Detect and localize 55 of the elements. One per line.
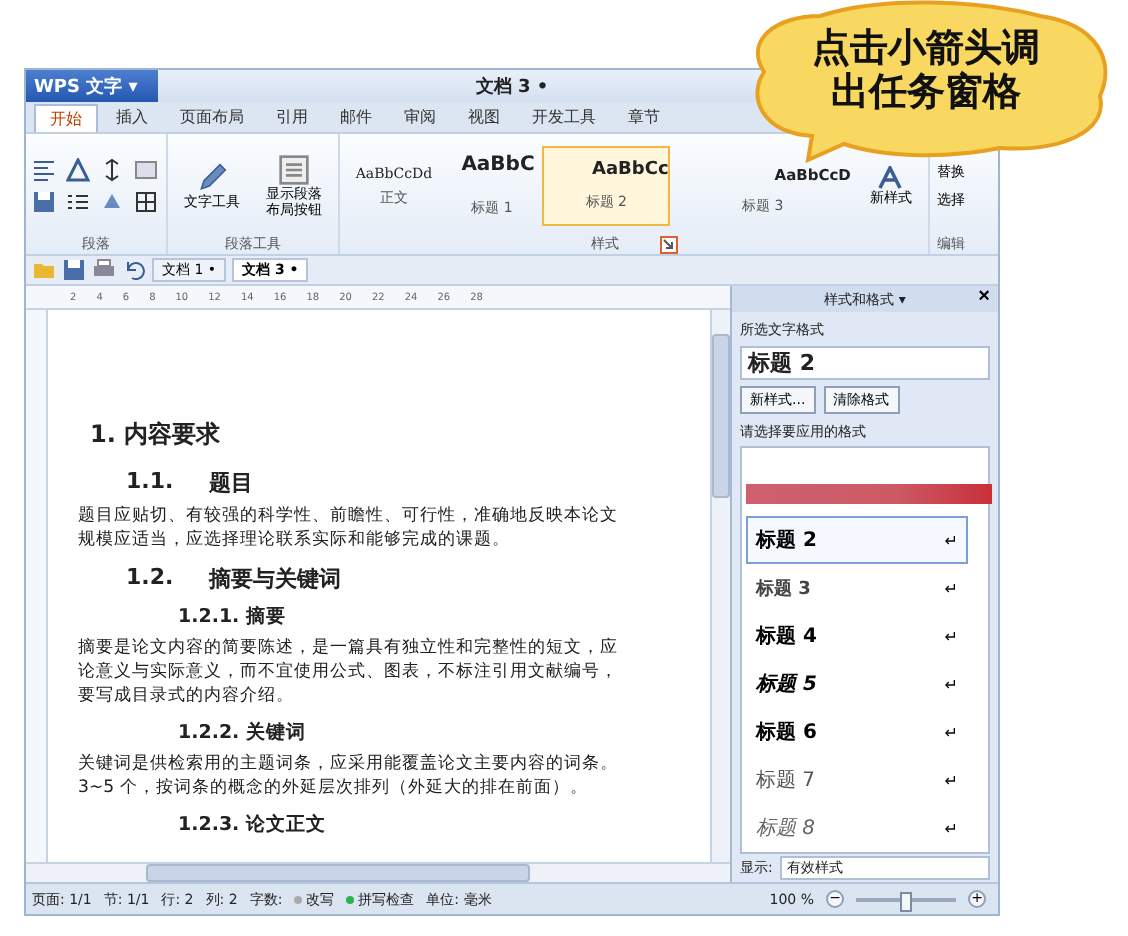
border-icon[interactable] xyxy=(134,190,158,214)
print-icon[interactable] xyxy=(92,258,116,282)
body-text: 3~5 个，按词条的概念的外延层次排列（外延大的排在前面）。 xyxy=(78,776,588,801)
style-list-item[interactable]: 标题 6 ↵ xyxy=(746,708,968,756)
layout-icon xyxy=(278,153,310,186)
style-list-item[interactable]: 标题 7 ↵ xyxy=(746,756,968,804)
menu-tab[interactable]: 审阅 xyxy=(390,104,450,130)
heading: 1.2.1. 摘要 xyxy=(178,604,288,631)
new-style-icon xyxy=(878,165,903,190)
menu-tab[interactable]: 开发工具 xyxy=(518,104,610,130)
menu-tab[interactable]: 章节 xyxy=(614,104,674,130)
style-list-item[interactable]: 标题 4 ↵ xyxy=(746,612,968,660)
body-text: 摘要是论文内容的简要陈述，是一篇具有独立性和完整性的短文，应 xyxy=(78,636,618,661)
scrollbar-thumb[interactable] xyxy=(712,334,730,498)
current-style-field: 标题 2 xyxy=(740,346,990,380)
menu-tab[interactable]: 引用 xyxy=(262,104,322,130)
app-menu-button[interactable]: WPS 文字 ▾ xyxy=(26,70,158,102)
pen-icon xyxy=(196,161,228,194)
menu-tab[interactable]: 邮件 xyxy=(326,104,386,130)
callout-text: 点击小箭头调 xyxy=(810,28,1042,71)
menu-tab[interactable]: 页面布局 xyxy=(166,104,258,130)
close-button[interactable]: × xyxy=(978,286,990,310)
undo-icon[interactable] xyxy=(122,258,146,282)
menu-tab[interactable]: 开始 xyxy=(34,103,98,131)
scrollbar-thumb[interactable] xyxy=(146,864,530,882)
body-text: 关键词是供检索用的主题词条，应采用能覆盖论文主要内容的词条。 xyxy=(78,752,618,777)
save-icon[interactable] xyxy=(62,258,86,282)
body-text: 题目应贴切、有较强的科学性、前瞻性、可行性，准确地反映本论文 xyxy=(78,504,618,529)
style-list-item[interactable]: 标题 8 ↵ xyxy=(746,804,968,852)
callout-text: 出任务窗格 xyxy=(829,71,1023,116)
body-text: 规模应适当，应选择理论联系实际和能够完成的课题。 xyxy=(78,528,510,553)
corner-arrow-icon xyxy=(662,238,675,250)
list-icon[interactable] xyxy=(66,190,90,214)
menu-tab[interactable]: 视图 xyxy=(454,104,514,130)
body-text: 要写成目录式的内容介绍。 xyxy=(78,684,294,709)
align-icon[interactable] xyxy=(32,158,56,182)
heading: 1.2.3. 论文正文 xyxy=(178,812,328,839)
heading: 题目 xyxy=(209,468,254,498)
save-icon[interactable] xyxy=(32,190,56,214)
dialog-launcher-button[interactable] xyxy=(659,235,678,253)
heading: 摘要与关键词 xyxy=(209,564,342,595)
menu-tab[interactable]: 插入 xyxy=(102,104,162,130)
style-list-item[interactable]: 标题 5 ↵ xyxy=(746,660,968,708)
heading: 1.2.2. 关键词 xyxy=(178,720,308,747)
spacing-icon[interactable] xyxy=(100,158,124,182)
body-text: 论意义与实际意义，而不宜使用公式、图表，不标注引用文献编号， xyxy=(78,660,618,685)
heading-number: 1.2. xyxy=(126,564,174,595)
style-list-item[interactable]: 标题 2 ↵ xyxy=(746,516,968,564)
zoom-slider-thumb[interactable] xyxy=(900,891,912,911)
triangle-icon[interactable] xyxy=(66,158,90,182)
heading: 1. 内容要求 xyxy=(90,418,223,452)
shading-icon[interactable] xyxy=(100,190,124,214)
window-title: 文档 3 • xyxy=(475,74,549,99)
style-list-item[interactable]: 标题 3 ↵ xyxy=(746,564,968,612)
heading-number: 1.1. xyxy=(126,468,174,498)
